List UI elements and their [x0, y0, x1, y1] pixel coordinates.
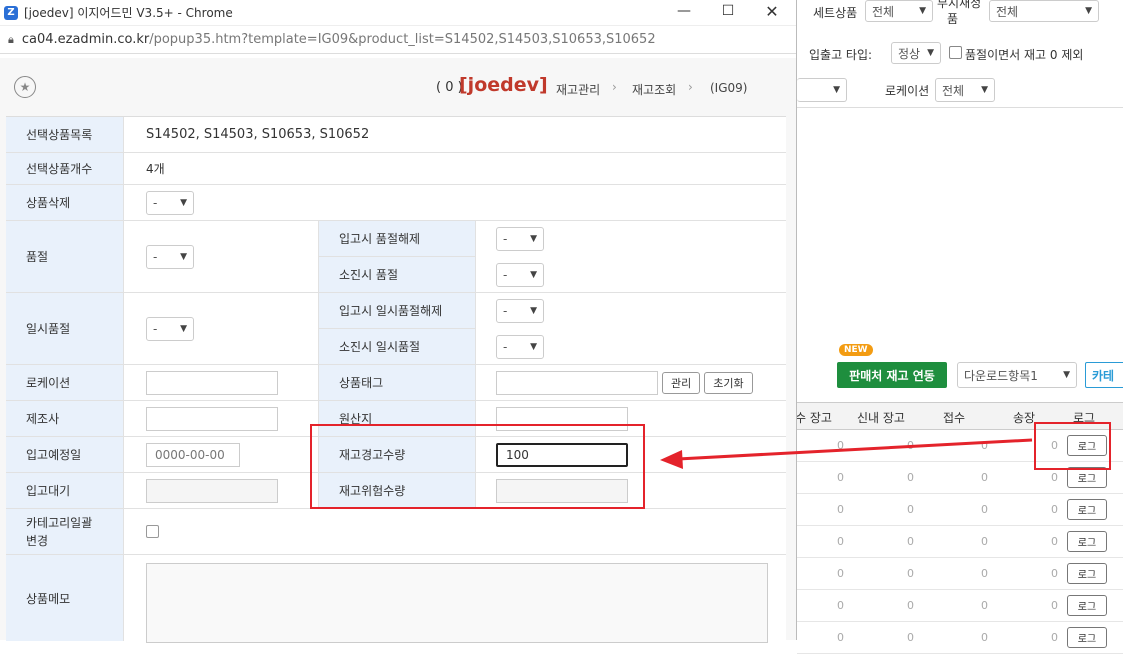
annotation-arrow [660, 438, 1033, 469]
